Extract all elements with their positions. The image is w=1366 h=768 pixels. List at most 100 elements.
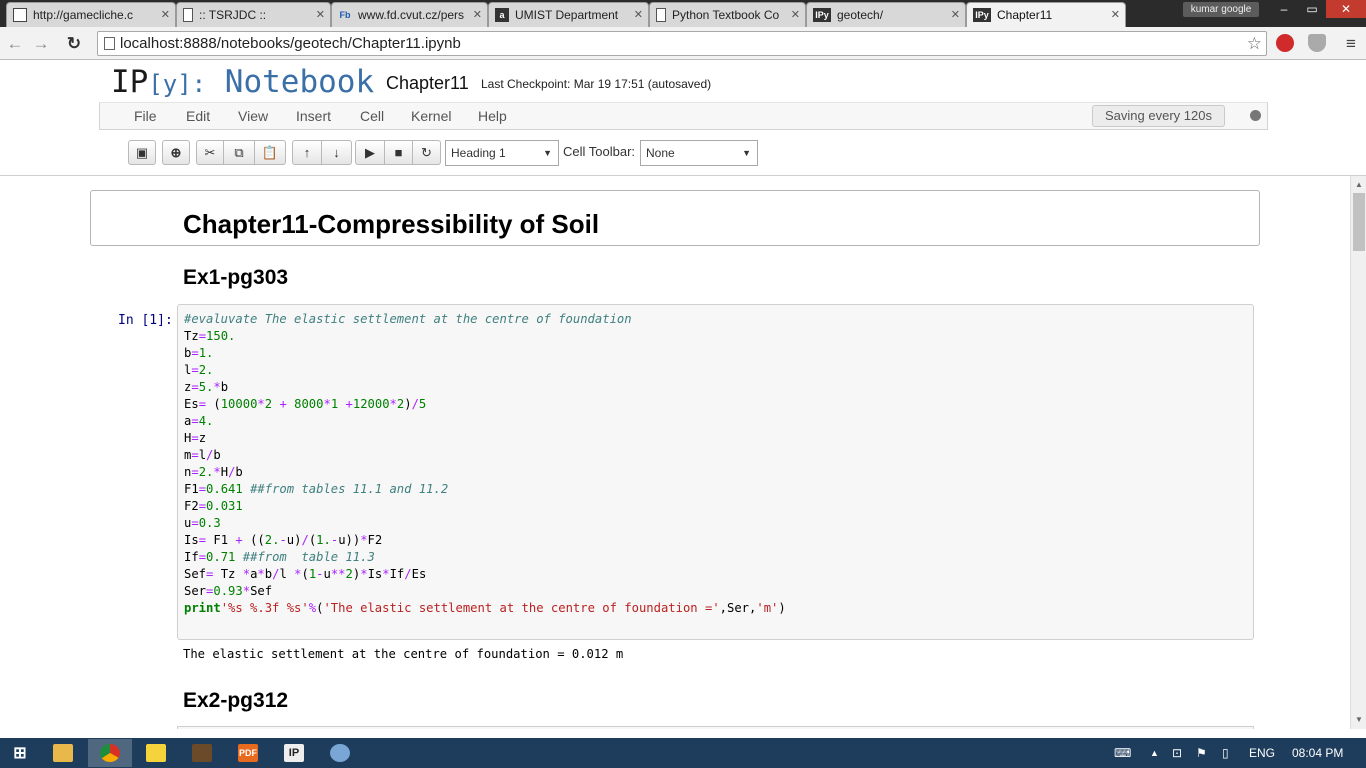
menu-kernel[interactable]: Kernel [411, 108, 451, 124]
cell-toolbar-label: Cell Toolbar: [563, 144, 636, 159]
move-up-icon: ↑ [303, 145, 311, 160]
logo-y: [y]: [148, 70, 207, 98]
paste-button[interactable]: 📋 [255, 140, 286, 165]
tab-chapter11[interactable]: IPy Chapter11 ✕ [966, 2, 1126, 27]
minimize-button[interactable]: – [1270, 0, 1298, 18]
move-down-button[interactable]: ↓ [322, 140, 352, 165]
menu-view[interactable]: View [238, 108, 268, 124]
checkpoint-status: Last Checkpoint: Mar 19 17:51 (autosaved… [481, 77, 712, 91]
chevron-down-icon: ▼ [543, 148, 552, 158]
close-icon[interactable]: ✕ [161, 8, 170, 21]
scroll-up-icon[interactable]: ▲ [1351, 178, 1366, 192]
notebook-container[interactable]: Chapter11-Compressibility of Soil Ex1-pg… [0, 176, 1350, 729]
cell-type-value: Heading 1 [451, 146, 506, 160]
paint-icon [330, 744, 350, 762]
notebook-header: IP[y]: Notebook Chapter11 Last Checkpoin… [0, 61, 1366, 102]
profile-button[interactable]: kumar google [1183, 2, 1259, 17]
tab-label: www.fd.cvut.cz/pers [358, 8, 465, 22]
paste-icon: 📋 [261, 145, 279, 160]
move-up-button[interactable]: ↑ [292, 140, 322, 165]
code-editor[interactable]: #evaluvate The elastic settlement at the… [184, 311, 786, 617]
pdf-icon: PDF [238, 744, 258, 762]
close-icon[interactable]: ✕ [951, 8, 960, 21]
menu-cell[interactable]: Cell [360, 108, 384, 124]
heading-cell-selected[interactable]: Chapter11-Compressibility of Soil [90, 190, 1260, 246]
cut-icon: ✂ [204, 145, 216, 160]
battery-icon[interactable]: ▯ [1222, 746, 1229, 760]
logo-notebook: Notebook [224, 64, 375, 100]
insert-cell-icon: ⊕ [170, 145, 182, 160]
tab-gamecliche[interactable]: http://gamecliche.c ✕ [6, 2, 176, 27]
stop-button[interactable]: ■ [385, 140, 413, 165]
shield-icon[interactable] [1308, 34, 1326, 52]
code-cell[interactable]: #evaluvate The elastic settlement at the… [177, 304, 1254, 640]
bookmark-star-icon[interactable]: ☆ [1247, 32, 1262, 55]
tab-umist[interactable]: a UMIST Department ✕ [488, 2, 649, 27]
move-down-icon: ↓ [333, 145, 340, 160]
tab-label: :: TSRJDC :: [199, 8, 267, 22]
taskbar-paint[interactable] [318, 739, 362, 767]
notebook-name[interactable]: Chapter11 [386, 73, 469, 94]
ipy-icon: IPy [813, 8, 831, 22]
close-icon[interactable]: ✕ [316, 8, 325, 21]
copy-button[interactable]: ⧉ [224, 140, 255, 165]
maximize-button[interactable]: ▭ [1298, 0, 1326, 18]
cell-output: The elastic settlement at the centre of … [183, 647, 624, 661]
close-icon[interactable]: ✕ [634, 8, 643, 21]
action-center-icon[interactable]: ⚑ [1196, 746, 1207, 760]
code-cell[interactable] [177, 726, 1254, 729]
restart-button[interactable]: ↻ [413, 140, 441, 165]
logo-ip: IP [111, 64, 149, 100]
chrome-icon [100, 744, 120, 762]
taskbar-chrome[interactable] [88, 739, 132, 767]
insert-cell-button[interactable]: ⊕ [162, 140, 190, 165]
taskbar-ipython[interactable]: IP [272, 739, 316, 767]
url-input[interactable]: localhost:8888/notebooks/geotech/Chapter… [97, 31, 1267, 56]
taskbar: ⊞ PDF IP ⌨ ▲ ⊡ ⚑ ▯ ENG 08:04 PM [0, 738, 1366, 768]
taskbar-pdf[interactable]: PDF [226, 739, 270, 767]
tab-python-textbook[interactable]: Python Textbook Co ✕ [649, 2, 806, 27]
device-icon [13, 8, 27, 22]
network-icon[interactable]: ⊡ [1172, 746, 1182, 760]
forward-icon[interactable]: → [30, 33, 52, 55]
cell-toolbar-select[interactable]: None ▼ [640, 140, 758, 166]
menu-icon[interactable]: ≡ [1340, 33, 1362, 55]
scroll-thumb[interactable] [1353, 193, 1365, 251]
taskbar-media[interactable] [180, 739, 224, 767]
tab-tsrjdc[interactable]: :: TSRJDC :: ✕ [176, 2, 331, 27]
scroll-down-icon[interactable]: ▼ [1351, 713, 1366, 727]
cell-type-select[interactable]: Heading 1 ▼ [445, 140, 559, 166]
taskbar-sticky-notes[interactable] [134, 739, 178, 767]
tab-fd-cvut[interactable]: Fb www.fd.cvut.cz/pers ✕ [331, 2, 488, 27]
tab-label: UMIST Department [515, 8, 619, 22]
menu-file[interactable]: File [134, 108, 157, 124]
taskbar-file-explorer[interactable] [41, 739, 85, 767]
show-hidden-icons[interactable]: ▲ [1150, 748, 1159, 758]
file-explorer-icon [53, 744, 73, 762]
language-indicator[interactable]: ENG [1249, 746, 1275, 760]
close-icon[interactable]: ✕ [473, 8, 482, 21]
menu-edit[interactable]: Edit [186, 108, 210, 124]
tab-geotech[interactable]: IPy geotech/ ✕ [806, 2, 966, 27]
ipython-icon: IP [284, 744, 304, 762]
menu-help[interactable]: Help [478, 108, 507, 124]
vertical-scrollbar[interactable]: ▲ ▼ [1350, 176, 1366, 729]
close-window-button[interactable]: ✕ [1326, 0, 1366, 18]
ipython-logo[interactable]: IP[y]: Notebook [111, 64, 374, 100]
address-bar: ← → ↻ localhost:8888/notebooks/geotech/C… [0, 27, 1366, 60]
back-icon[interactable]: ← [4, 33, 26, 55]
page-icon [656, 8, 666, 22]
heading-2: Ex2-pg312 [183, 689, 289, 712]
clock[interactable]: 08:04 PM [1292, 746, 1343, 760]
run-button[interactable]: ▶ [355, 140, 385, 165]
start-button[interactable]: ⊞ [0, 739, 40, 767]
menu-insert[interactable]: Insert [296, 108, 331, 124]
stop-icon: ■ [394, 145, 403, 160]
adblock-icon[interactable] [1276, 34, 1294, 52]
keyboard-icon[interactable]: ⌨ [1114, 746, 1131, 760]
cut-button[interactable]: ✂ [196, 140, 224, 165]
reload-icon[interactable]: ↻ [63, 33, 85, 55]
close-icon[interactable]: ✕ [791, 8, 800, 21]
save-button[interactable]: ▣ [128, 140, 156, 165]
close-icon[interactable]: ✕ [1111, 8, 1120, 21]
